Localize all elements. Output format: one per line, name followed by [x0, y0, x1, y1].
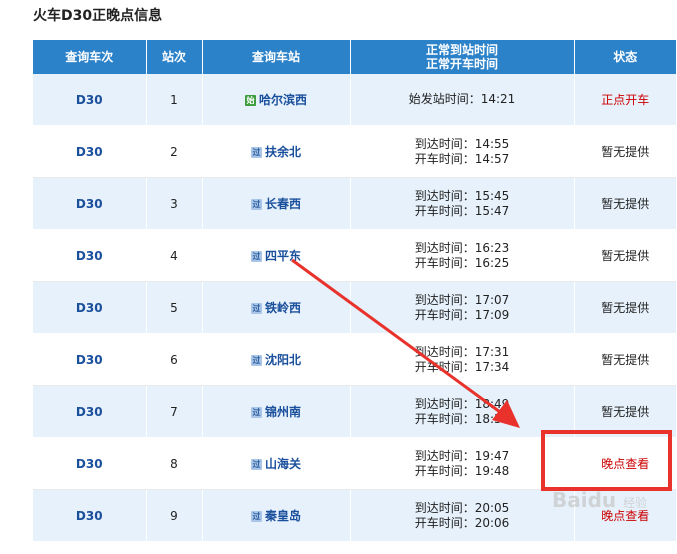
table-header-row: 查询车次 站次 查询车站 正常到站时间 正常开车时间 状态: [33, 40, 676, 74]
watermark-sub: 经验: [623, 496, 648, 510]
status-text: 暂无提供: [601, 405, 650, 419]
train-schedule-table: 查询车次 站次 查询车站 正常到站时间 正常开车时间 状态 D30 1 始哈尔滨西 始…: [33, 40, 676, 542]
station-name[interactable]: 哈尔滨西: [259, 93, 307, 107]
arrive-time: 到达时间：15:45: [414, 188, 510, 203]
stop-order: 1: [170, 92, 178, 107]
table-row: D30 7 过锦州南 到达时间：18:49 开车时间：18:51 暂无提供: [33, 385, 676, 438]
stop-times: 到达时间：15:45 开车时间：15:47: [415, 189, 510, 219]
header-arrive-time: 正常到站时间: [425, 43, 498, 57]
pass-station-icon: 过: [250, 407, 262, 418]
arrive-time: 到达时间：18:49: [414, 396, 510, 411]
stop-times: 到达时间：14:55 开车时间：14:57: [415, 137, 510, 167]
station-name[interactable]: 铁岭西: [265, 301, 301, 315]
depart-time: 开车时间：14:57: [414, 151, 510, 166]
arrive-time: 到达时间：17:31: [414, 344, 510, 359]
status-text: 暂无提供: [601, 301, 650, 315]
delay-check-link[interactable]: 晚点查看: [601, 457, 649, 471]
station-name[interactable]: 扶余北: [265, 145, 301, 159]
depart-time: 开车时间：19:48: [414, 463, 510, 478]
train-number[interactable]: D30: [76, 353, 103, 367]
stop-order: 2: [170, 144, 178, 159]
origin-station-icon: 始: [244, 95, 256, 106]
stop-times: 到达时间：18:49 开车时间：18:51: [415, 397, 510, 427]
arrive-time: 到达时间：20:05: [414, 500, 510, 515]
station-name[interactable]: 秦皇岛: [265, 509, 301, 523]
depart-time: 开车时间：17:09: [414, 307, 510, 322]
status-text: 暂无提供: [601, 145, 650, 159]
stop-times: 到达时间：20:05 开车时间：20:06: [415, 501, 510, 531]
status-text: 暂无提供: [601, 197, 650, 211]
stop-order: 7: [170, 404, 178, 419]
departure-origin-time: 始发站时间：14:21: [408, 92, 516, 106]
header-depart-time: 正常开车时间: [425, 57, 498, 71]
status-text: 正点开车: [601, 93, 650, 107]
depart-time: 开车时间：20:06: [414, 515, 510, 530]
arrive-time: 到达时间：16:23: [414, 240, 510, 255]
stop-times: 到达时间：16:23 开车时间：16:25: [415, 241, 510, 271]
stop-times: 到达时间：19:47 开车时间：19:48: [415, 449, 510, 479]
stop-order: 3: [170, 196, 178, 211]
stop-times: 到达时间：17:31 开车时间：17:34: [415, 345, 510, 375]
header-order: 站次: [146, 40, 203, 74]
station-name[interactable]: 山海关: [265, 457, 301, 471]
pass-station-icon: 过: [250, 147, 262, 158]
table-row: D30 5 过铁岭西 到达时间：17:07 开车时间：17:09 暂无提供: [33, 281, 676, 334]
status-text: 暂无提供: [601, 249, 650, 263]
table-row: D30 2 过扶余北 到达时间：14:55 开车时间：14:57 暂无提供: [33, 125, 676, 178]
arrive-time: 到达时间：19:47: [414, 448, 510, 463]
depart-time: 开车时间：18:51: [414, 411, 510, 426]
table-row: D30 1 始哈尔滨西 始发站时间：14:21 正点开车: [33, 74, 676, 126]
pass-station-icon: 过: [250, 251, 262, 262]
train-number[interactable]: D30: [76, 509, 103, 523]
page-title: 火车D30正晚点信息: [33, 8, 163, 24]
train-number[interactable]: D30: [76, 457, 103, 471]
header-station: 查询车站: [202, 40, 351, 74]
depart-time: 开车时间：16:25: [414, 255, 510, 270]
header-train: 查询车次: [33, 40, 147, 74]
pass-station-icon: 过: [250, 303, 262, 314]
station-name[interactable]: 长春西: [265, 197, 301, 211]
station-name[interactable]: 四平东: [265, 249, 301, 263]
train-number[interactable]: D30: [76, 93, 103, 107]
train-number[interactable]: D30: [76, 249, 103, 263]
arrive-time: 到达时间：17:07: [414, 292, 510, 307]
stop-order: 5: [170, 300, 178, 315]
status-text: 暂无提供: [601, 353, 650, 367]
table-row: D30 8 过山海关 到达时间：19:47 开车时间：19:48 晚点查看: [33, 437, 676, 490]
station-name[interactable]: 锦州南: [265, 405, 301, 419]
depart-time: 开车时间：15:47: [414, 203, 510, 218]
table-row: D30 4 过四平东 到达时间：16:23 开车时间：16:25 暂无提供: [33, 229, 676, 282]
watermark-text: Baidu: [552, 488, 617, 512]
stop-order: 8: [170, 456, 178, 471]
train-number[interactable]: D30: [76, 145, 103, 159]
pass-station-icon: 过: [250, 355, 262, 366]
stop-order: 9: [170, 508, 178, 523]
stop-order: 6: [170, 352, 178, 367]
pass-station-icon: 过: [250, 511, 262, 522]
train-number[interactable]: D30: [76, 197, 103, 211]
train-number[interactable]: D30: [76, 301, 103, 315]
pass-station-icon: 过: [250, 459, 262, 470]
header-status: 状态: [574, 40, 676, 74]
table-row: D30 3 过长春西 到达时间：15:45 开车时间：15:47 暂无提供: [33, 177, 676, 230]
header-times: 正常到站时间 正常开车时间: [350, 40, 575, 74]
depart-time: 开车时间：17:34: [414, 359, 510, 374]
baidu-watermark: Baidu 经验: [552, 488, 647, 512]
station-name[interactable]: 沈阳北: [265, 353, 301, 367]
arrive-time: 到达时间：14:55: [414, 136, 510, 151]
stop-times: 到达时间：17:07 开车时间：17:09: [415, 293, 510, 323]
stop-order: 4: [170, 248, 178, 263]
table-row: D30 6 过沈阳北 到达时间：17:31 开车时间：17:34 暂无提供: [33, 333, 676, 386]
pass-station-icon: 过: [250, 199, 262, 210]
train-number[interactable]: D30: [76, 405, 103, 419]
